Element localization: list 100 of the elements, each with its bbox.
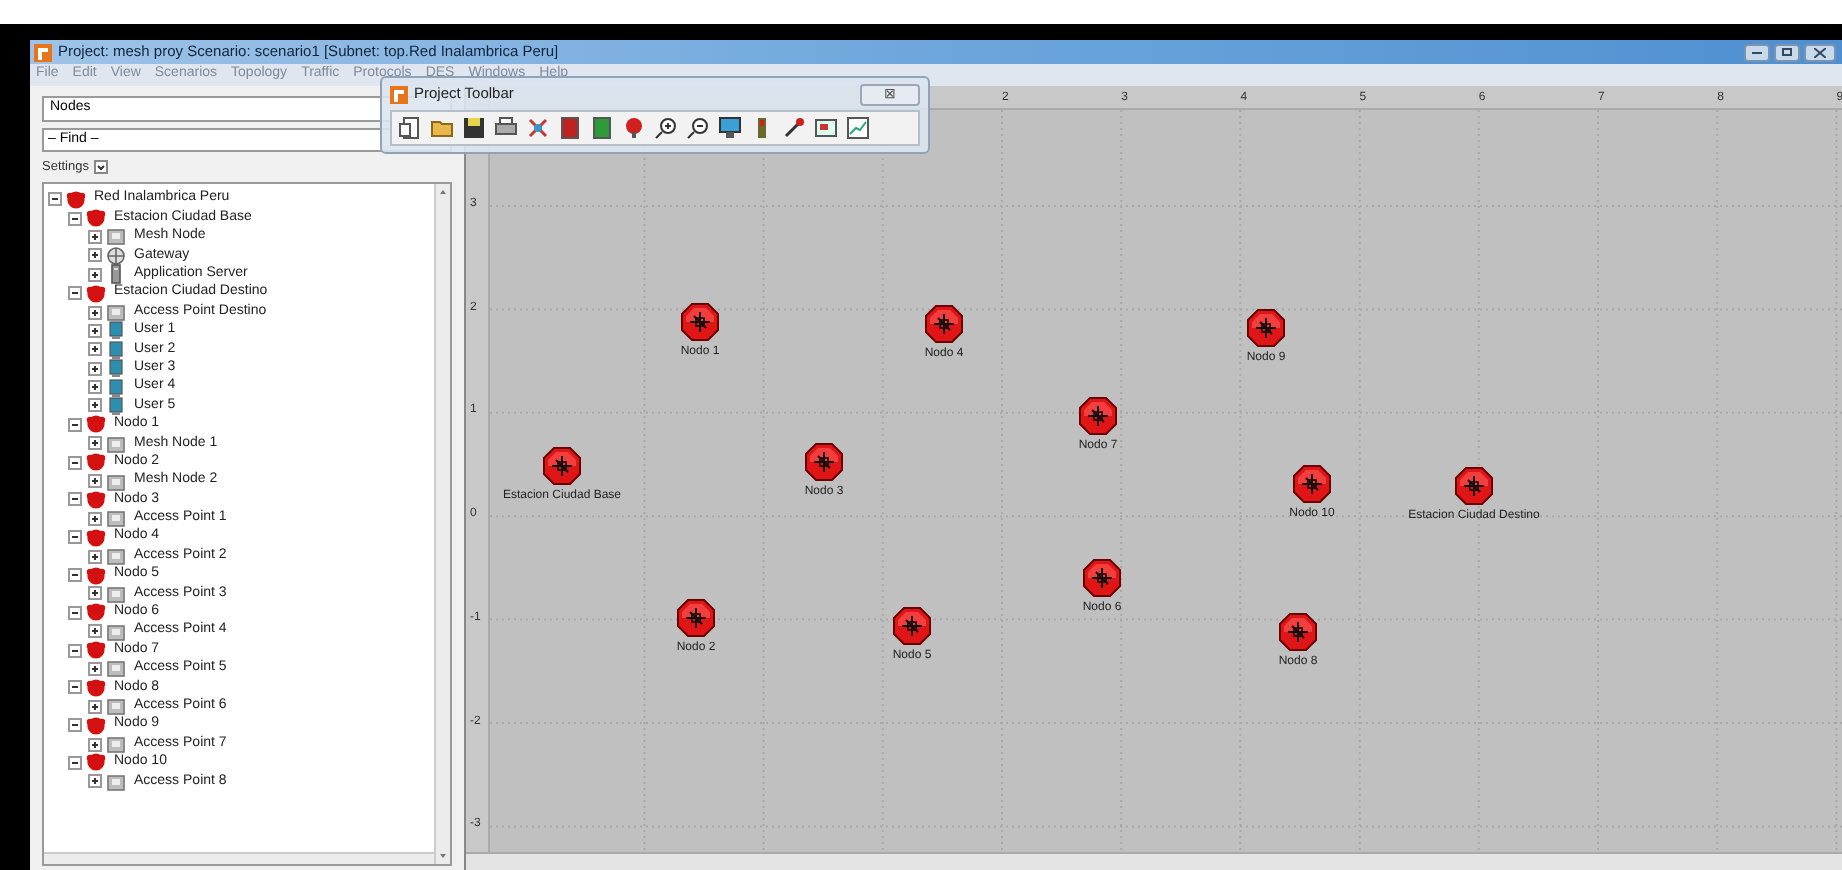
device-icon	[106, 471, 126, 492]
collapse-icon[interactable]	[68, 568, 82, 582]
device-icon	[106, 658, 126, 679]
expand-icon[interactable]	[88, 661, 102, 676]
router-node-icon[interactable]	[804, 442, 844, 482]
collapse-icon[interactable]	[68, 455, 82, 470]
expand-icon[interactable]	[88, 774, 102, 789]
panel-icon[interactable]	[590, 116, 614, 140]
expand-icon[interactable]	[88, 511, 102, 526]
floppy-icon[interactable]	[462, 116, 486, 140]
folder-icon[interactable]	[430, 116, 454, 140]
expand-icon[interactable]	[88, 474, 102, 489]
expand-icon[interactable]	[88, 323, 102, 338]
wand-icon[interactable]	[782, 116, 806, 140]
collapse-icon[interactable]	[68, 211, 82, 226]
subnet-icon	[86, 602, 106, 623]
collapse-icon[interactable]	[48, 192, 62, 207]
zoom-in-icon[interactable]	[654, 116, 678, 140]
collapse-icon[interactable]	[68, 755, 82, 770]
subnet-icon	[86, 565, 106, 586]
expand-icon[interactable]	[88, 549, 102, 564]
pin-icon[interactable]	[622, 116, 646, 140]
collapse-icon[interactable]	[68, 417, 82, 432]
router-node-icon[interactable]	[1082, 558, 1122, 598]
app-logo-icon	[390, 85, 408, 103]
vertical-scrollbar[interactable]	[434, 184, 450, 864]
zoom-out-icon[interactable]	[686, 116, 710, 140]
monitor-icon	[106, 377, 126, 398]
subnet-icon	[66, 189, 86, 210]
device-icon	[106, 508, 126, 529]
device-icon	[106, 696, 126, 717]
expand-icon[interactable]	[88, 586, 102, 601]
subnet-icon	[86, 640, 106, 661]
device-icon	[106, 433, 126, 454]
monitor-icon[interactable]	[718, 116, 742, 140]
close-button[interactable]	[1804, 43, 1836, 61]
page-icon[interactable]	[398, 116, 422, 140]
router-node-icon[interactable]	[1078, 396, 1118, 436]
maximize-button[interactable]	[1774, 43, 1800, 61]
device-icon	[106, 621, 126, 642]
expand-icon[interactable]	[88, 229, 102, 244]
router-node-icon[interactable]	[542, 446, 582, 486]
subnet-icon	[86, 452, 106, 473]
expand-icon[interactable]	[88, 699, 102, 714]
expand-icon[interactable]	[88, 267, 102, 282]
router-node-icon[interactable]	[1246, 308, 1286, 348]
subnet-icon	[86, 527, 106, 548]
collapse-icon[interactable]	[68, 286, 82, 301]
close-icon	[1814, 47, 1826, 57]
monitor-icon	[106, 358, 126, 379]
minimize-button[interactable]	[1744, 43, 1770, 61]
subnet-icon	[86, 208, 106, 229]
router-node-icon[interactable]	[676, 598, 716, 638]
router-node-icon[interactable]	[1278, 612, 1318, 652]
expand-icon[interactable]	[88, 737, 102, 752]
collapse-icon[interactable]	[68, 605, 82, 620]
globe-icon	[106, 245, 126, 266]
settings-dropdown-icon[interactable]	[93, 160, 107, 174]
horizontal-scrollbar[interactable]	[44, 852, 434, 864]
device-icon	[106, 226, 126, 247]
expand-icon[interactable]	[88, 624, 102, 639]
subnet-icon	[86, 489, 106, 510]
router-node-icon[interactable]	[1454, 466, 1494, 506]
monitor-icon	[106, 396, 126, 416]
router-node-icon[interactable]	[892, 606, 932, 646]
chart-icon[interactable]	[846, 116, 870, 140]
window-icon[interactable]	[814, 116, 838, 140]
collapse-icon[interactable]	[68, 492, 82, 507]
device-icon	[106, 302, 126, 323]
canvas-scrollbar[interactable]	[466, 852, 1842, 870]
expand-icon[interactable]	[88, 436, 102, 451]
subnet-icon	[86, 414, 106, 435]
monitor-icon	[106, 339, 126, 360]
router-node-icon[interactable]	[1292, 464, 1332, 504]
subnet-icon	[86, 283, 106, 304]
monitor-icon	[106, 320, 126, 341]
expand-icon[interactable]	[88, 248, 102, 263]
expand-icon[interactable]	[88, 398, 102, 413]
device-icon	[106, 583, 126, 604]
expand-icon[interactable]	[88, 361, 102, 376]
router-node-icon[interactable]	[680, 302, 720, 342]
device-icon	[106, 546, 126, 567]
expand-icon[interactable]	[88, 380, 102, 395]
server-icon	[106, 264, 126, 285]
subnet-icon	[86, 715, 106, 736]
collapse-icon[interactable]	[68, 718, 82, 733]
filled-square-icon[interactable]	[558, 116, 582, 140]
printer-icon[interactable]	[494, 116, 518, 140]
router-node-icon[interactable]	[924, 304, 964, 344]
collapse-icon[interactable]	[68, 530, 82, 545]
subnet-icon	[86, 752, 106, 773]
device-icon	[106, 771, 126, 792]
collapse-icon[interactable]	[68, 680, 82, 695]
app-logo-icon	[34, 43, 52, 61]
collapse-icon[interactable]	[68, 643, 82, 658]
expand-icon[interactable]	[88, 342, 102, 357]
sparkle-icon[interactable]	[526, 116, 550, 140]
expand-icon[interactable]	[88, 305, 102, 320]
device-icon	[106, 734, 126, 755]
subnet-icon	[86, 677, 106, 698]
